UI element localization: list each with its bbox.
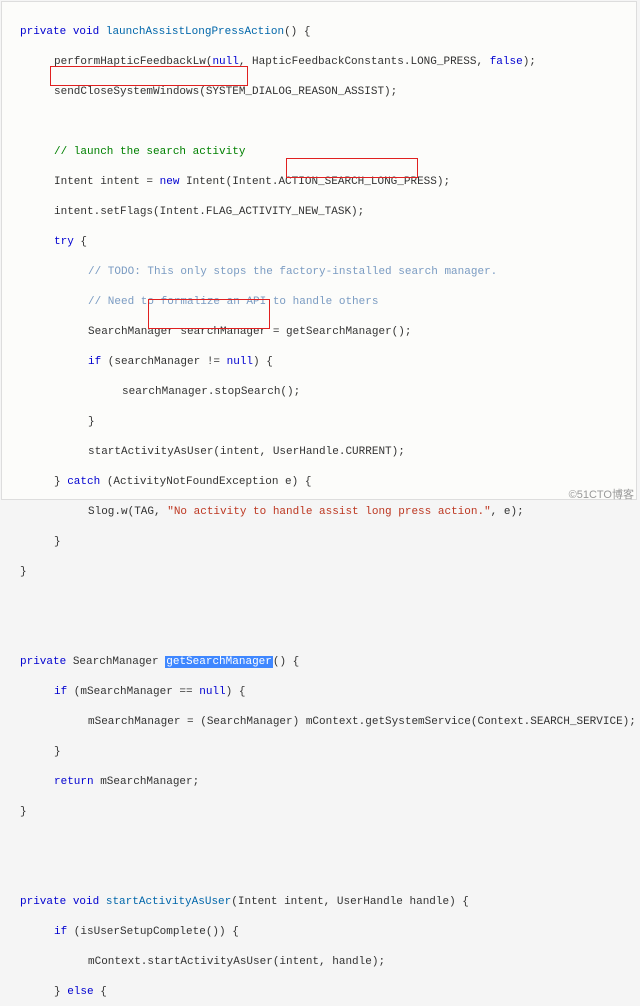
code-line: } else { [2, 985, 636, 1000]
selection-highlight: getSearchManager [165, 656, 273, 668]
code-line: } [2, 415, 636, 430]
code-line: } [2, 565, 636, 580]
code-line: } catch (ActivityNotFoundException e) { [2, 475, 636, 490]
code-line: if (searchManager != null) { [2, 355, 636, 370]
code-line: private void launchAssistLongPressAction… [2, 25, 636, 40]
code-line: searchManager.stopSearch(); [2, 385, 636, 400]
code-line: try { [2, 235, 636, 250]
blank-line [2, 835, 636, 850]
code-line: sendCloseSystemWindows(SYSTEM_DIALOG_REA… [2, 85, 636, 100]
code-line: private void startActivityAsUser(Intent … [2, 895, 636, 910]
blank-line [2, 625, 636, 640]
watermark: ©51CTO博客 [569, 486, 634, 502]
code-line: mContext.startActivityAsUser(intent, han… [2, 955, 636, 970]
code-line: if (mSearchManager == null) { [2, 685, 636, 700]
code-view: private void launchAssistLongPressAction… [1, 1, 637, 500]
code-line: startActivityAsUser(intent, UserHandle.C… [2, 445, 636, 460]
blank-line [2, 115, 636, 130]
code-line: if (isUserSetupComplete()) { [2, 925, 636, 940]
code-line: Slog.w(TAG, "No activity to handle assis… [2, 505, 636, 520]
code-comment: // Need to formalize an API to handle ot… [2, 295, 636, 310]
code-line: mSearchManager = (SearchManager) mContex… [2, 715, 636, 730]
code-line: } [2, 535, 636, 550]
code-line: performHapticFeedbackLw(null, HapticFeed… [2, 55, 636, 70]
blank-line [2, 865, 636, 880]
code-line: } [2, 745, 636, 760]
code-line: SearchManager searchManager = getSearchM… [2, 325, 636, 340]
blank-line [2, 595, 636, 610]
code-line: private SearchManager getSearchManager()… [2, 655, 636, 670]
code-line: Intent intent = new Intent(Intent.ACTION… [2, 175, 636, 190]
code-comment: // TODO: This only stops the factory-ins… [2, 265, 636, 280]
code-line: return mSearchManager; [2, 775, 636, 790]
code-comment: // launch the search activity [2, 145, 636, 160]
code-line: intent.setFlags(Intent.FLAG_ACTIVITY_NEW… [2, 205, 636, 220]
code-line: } [2, 805, 636, 820]
